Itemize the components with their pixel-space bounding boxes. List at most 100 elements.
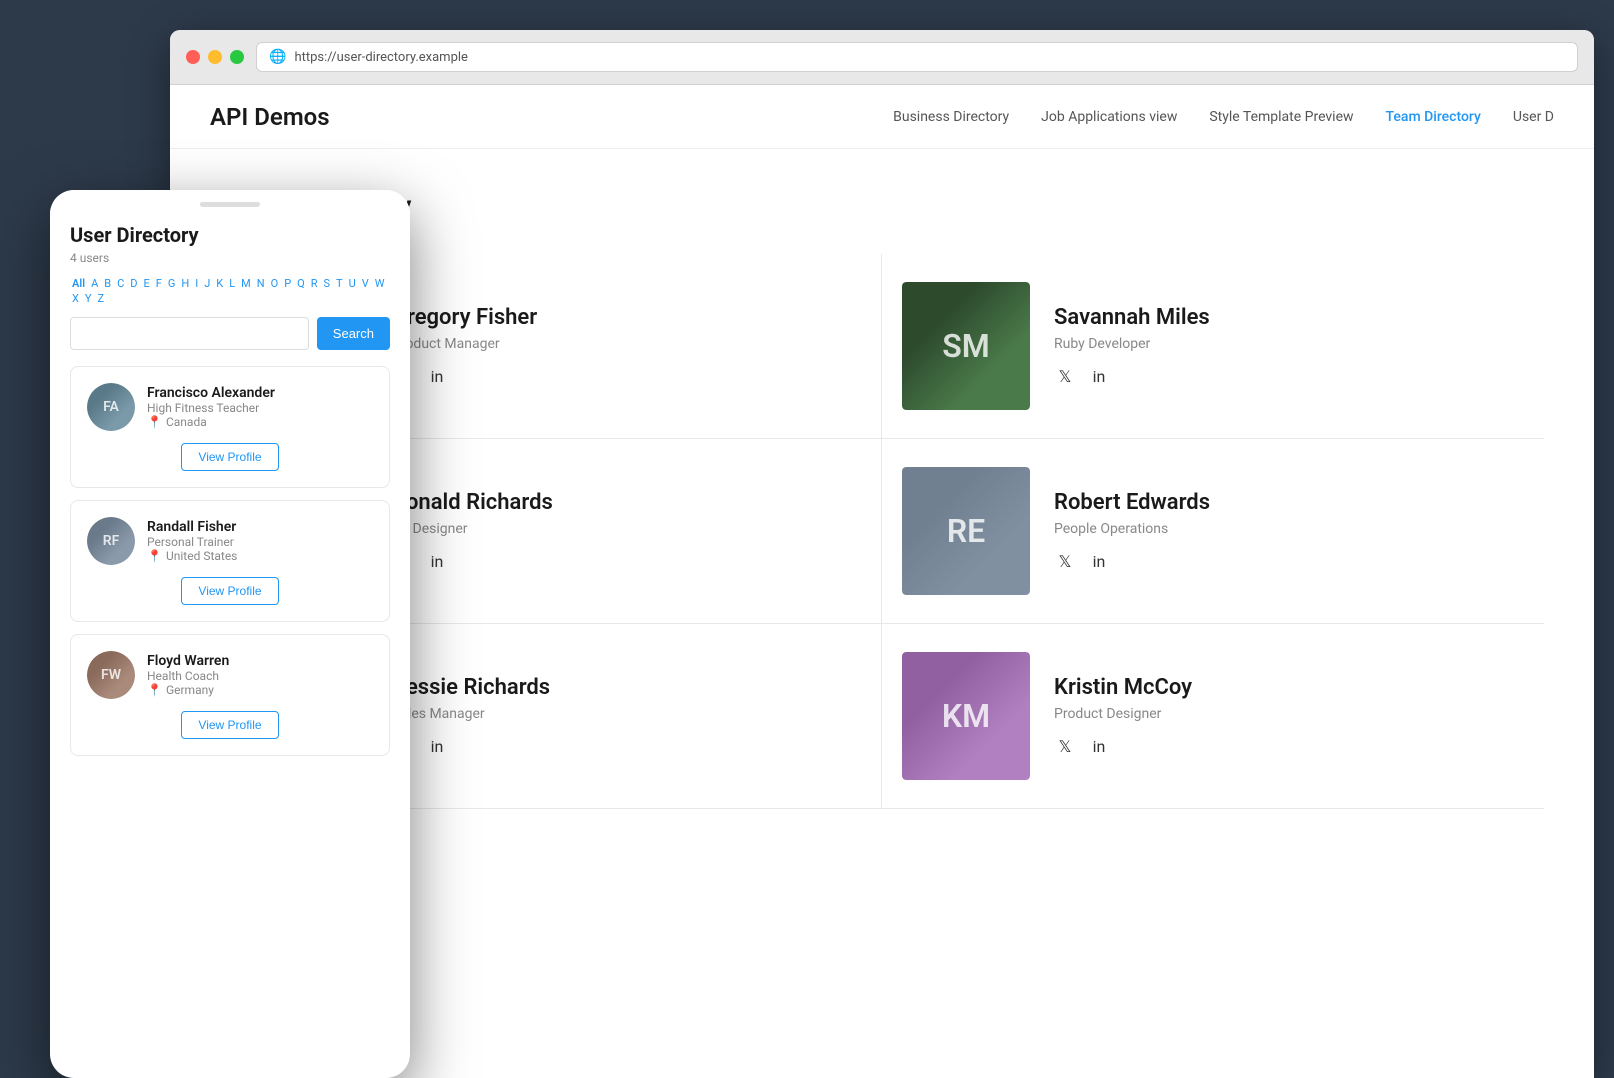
alpha-l[interactable]: L <box>227 277 237 290</box>
alpha-p[interactable]: P <box>282 277 293 290</box>
alpha-w[interactable]: W <box>373 277 387 290</box>
user-job: Personal Trainer <box>147 535 237 549</box>
alpha-x[interactable]: X <box>70 292 81 305</box>
linkedin-icon[interactable]: in <box>426 366 448 388</box>
minimize-button[interactable] <box>208 50 222 64</box>
alpha-m[interactable]: M <box>239 277 253 290</box>
alpha-n[interactable]: N <box>255 277 267 290</box>
view-profile-button-floyd[interactable]: View Profile <box>181 711 278 739</box>
member-role: 3D Designer <box>392 521 861 537</box>
alpha-i[interactable]: I <box>193 277 200 290</box>
location-pin-icon: 📍 <box>147 549 162 563</box>
url-text: https://user-directory.example <box>294 50 468 65</box>
member-socials: 𝕏 in <box>392 736 861 758</box>
alpha-a[interactable]: A <box>89 277 100 290</box>
linkedin-icon[interactable]: in <box>1088 736 1110 758</box>
alpha-v[interactable]: V <box>360 277 371 290</box>
member-socials: 𝕏 in <box>1054 736 1524 758</box>
close-button[interactable] <box>186 50 200 64</box>
alpha-h[interactable]: H <box>179 277 191 290</box>
search-button[interactable]: Search <box>317 317 390 350</box>
member-name: Bessie Richards <box>392 675 861 700</box>
user-card-info-floyd: Floyd Warren Health Coach 📍 Germany <box>147 653 229 697</box>
member-info-kristin: Kristin McCoy Product Designer 𝕏 in <box>1054 675 1524 758</box>
twitter-icon[interactable]: 𝕏 <box>1054 736 1076 758</box>
view-profile-button-francisco[interactable]: View Profile <box>181 443 278 471</box>
alpha-s[interactable]: S <box>322 277 333 290</box>
user-card-header: FA Francisco Alexander High Fitness Teac… <box>87 383 373 431</box>
member-name: Robert Edwards <box>1054 490 1524 515</box>
location-pin-icon: 📍 <box>147 415 162 429</box>
user-avatar-floyd: FW <box>87 651 135 699</box>
nav-links: Business Directory Job Applications view… <box>893 109 1554 125</box>
alpha-u[interactable]: U <box>347 277 358 290</box>
member-role: Ruby Developer <box>1054 336 1524 352</box>
app-logo: API Demos <box>210 103 330 131</box>
alpha-r[interactable]: R <box>309 277 320 290</box>
linkedin-icon[interactable]: in <box>1088 551 1110 573</box>
nav-style-template[interactable]: Style Template Preview <box>1209 109 1353 125</box>
team-member-row: KM Kristin McCoy Product Designer 𝕏 in <box>882 624 1544 809</box>
user-job: High Fitness Teacher <box>147 401 275 415</box>
member-role: Product Designer <box>1054 706 1524 722</box>
user-card-header: RF Randall Fisher Personal Trainer 📍 Uni… <box>87 517 373 565</box>
member-socials: 𝕏 in <box>392 551 861 573</box>
member-info-gregory: Gregory Fisher Product Manager 𝕏 in <box>392 305 861 388</box>
alpha-c[interactable]: C <box>115 277 126 290</box>
linkedin-icon[interactable]: in <box>426 736 448 758</box>
member-info-bessie: Bessie Richards Sales Manager 𝕏 in <box>392 675 861 758</box>
maximize-button[interactable] <box>230 50 244 64</box>
alpha-e[interactable]: E <box>142 277 152 290</box>
alpha-g[interactable]: G <box>166 277 178 290</box>
user-avatar-randall: RF <box>87 517 135 565</box>
user-card-info-randall: Randall Fisher Personal Trainer 📍 United… <box>147 519 237 563</box>
search-input[interactable] <box>70 317 309 350</box>
member-role: People Operations <box>1054 521 1524 537</box>
search-bar: Search <box>70 317 390 350</box>
alpha-j[interactable]: J <box>202 277 212 290</box>
member-name: Ronald Richards <box>392 490 861 515</box>
nav-user-d: User D <box>1513 109 1554 125</box>
alpha-all[interactable]: All <box>70 277 87 290</box>
user-card-info-francisco: Francisco Alexander High Fitness Teacher… <box>147 385 275 429</box>
linkedin-icon[interactable]: in <box>426 551 448 573</box>
twitter-icon[interactable]: 𝕏 <box>1054 366 1076 388</box>
nav-job-applications[interactable]: Job Applications view <box>1041 109 1177 125</box>
member-photo-savannah: SM <box>902 282 1030 410</box>
alpha-q[interactable]: Q <box>295 277 307 290</box>
member-role: Sales Manager <box>392 706 861 722</box>
nav-business-directory[interactable]: Business Directory <box>893 109 1009 125</box>
member-role: Product Manager <box>392 336 861 352</box>
nav-team-directory[interactable]: Team Directory <box>1386 109 1481 125</box>
alpha-t[interactable]: T <box>334 277 345 290</box>
member-name: Kristin McCoy <box>1054 675 1524 700</box>
browser-toolbar: 🌐 https://user-directory.example <box>170 30 1594 85</box>
twitter-icon[interactable]: 𝕏 <box>1054 551 1076 573</box>
user-card-francisco: FA Francisco Alexander High Fitness Teac… <box>70 366 390 488</box>
member-socials: 𝕏 in <box>1054 551 1524 573</box>
member-photo-kristin: KM <box>902 652 1030 780</box>
globe-icon: 🌐 <box>269 49 286 65</box>
alphabet-nav: All A B C D E F G H I J K L M N O P Q R … <box>70 277 390 305</box>
alpha-f[interactable]: F <box>154 277 164 290</box>
top-nav: API Demos Business Directory Job Applica… <box>170 85 1594 149</box>
alpha-d[interactable]: D <box>128 277 139 290</box>
address-bar[interactable]: 🌐 https://user-directory.example <box>256 42 1578 72</box>
phone-notch-area <box>50 190 410 215</box>
member-photo-robert: RE <box>902 467 1030 595</box>
user-location: 📍 United States <box>147 549 237 563</box>
alpha-b[interactable]: B <box>102 277 113 290</box>
member-name: Gregory Fisher <box>392 305 861 330</box>
member-info-ronald: Ronald Richards 3D Designer 𝕏 in <box>392 490 861 573</box>
alpha-o[interactable]: O <box>269 277 281 290</box>
alpha-k[interactable]: K <box>214 277 225 290</box>
user-card-randall: RF Randall Fisher Personal Trainer 📍 Uni… <box>70 500 390 622</box>
view-profile-button-randall[interactable]: View Profile <box>181 577 278 605</box>
alpha-y[interactable]: Y <box>83 292 94 305</box>
alpha-z[interactable]: Z <box>96 292 107 305</box>
linkedin-icon[interactable]: in <box>1088 366 1110 388</box>
user-name: Randall Fisher <box>147 519 237 535</box>
user-name: Francisco Alexander <box>147 385 275 401</box>
user-card-floyd: FW Floyd Warren Health Coach 📍 Germany V… <box>70 634 390 756</box>
team-grid: GF Gregory Fisher Product Manager 𝕏 in <box>220 254 1544 809</box>
